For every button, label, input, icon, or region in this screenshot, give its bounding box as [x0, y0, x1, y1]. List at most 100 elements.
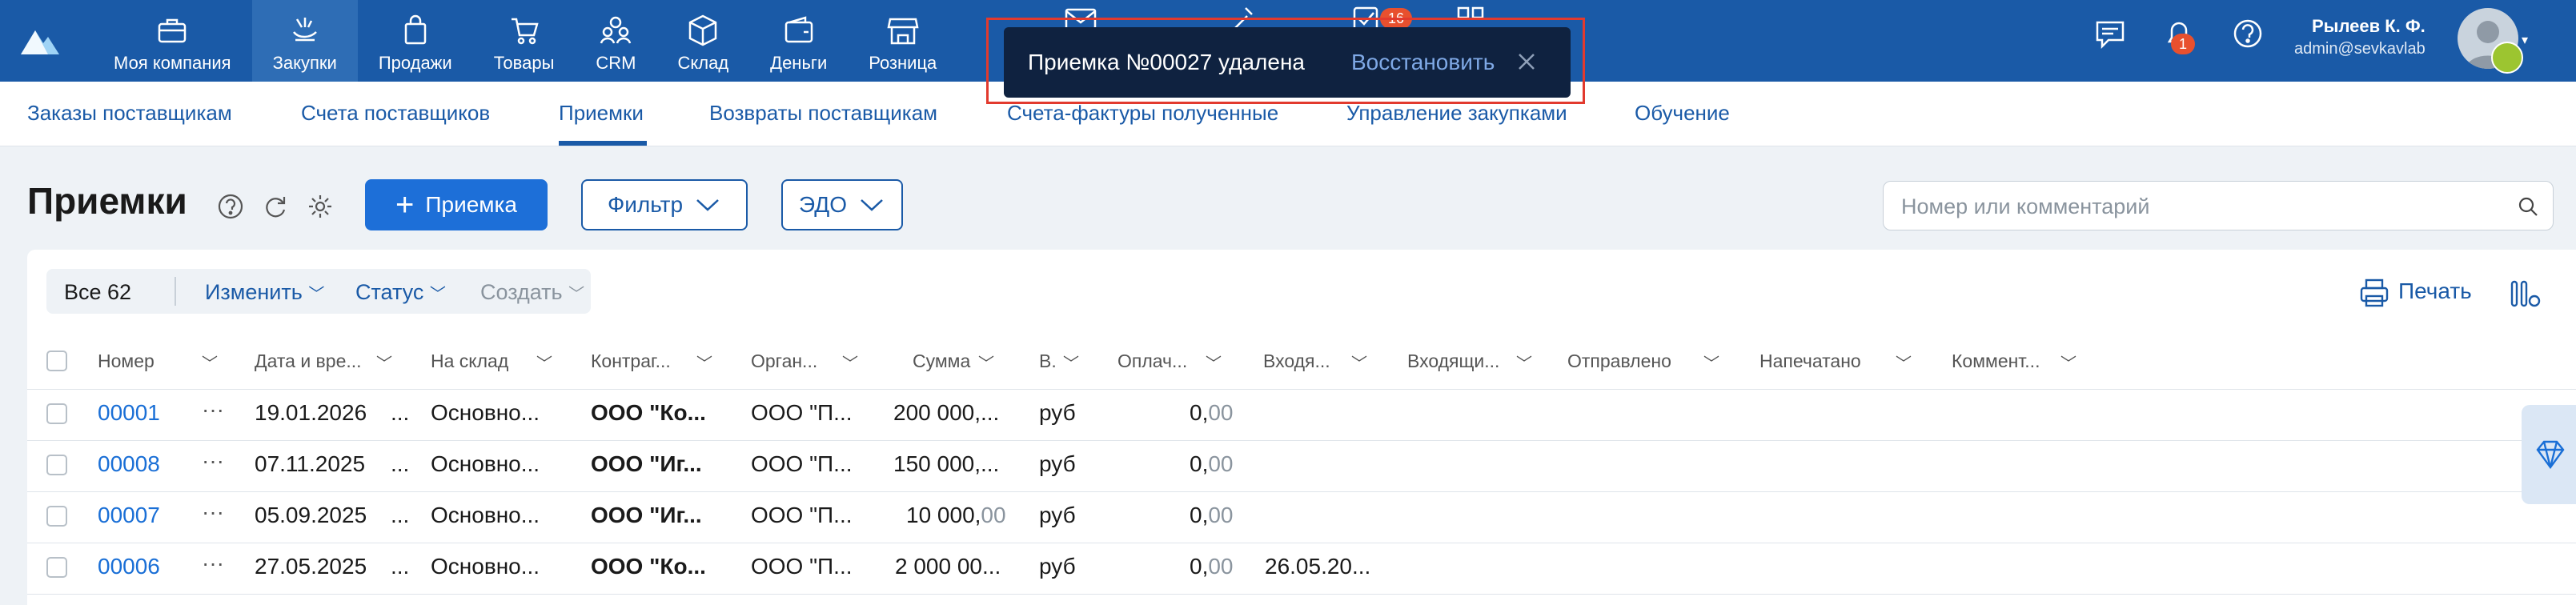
row-number[interactable]: 00001: [98, 400, 160, 426]
page-title: Приемки: [27, 180, 187, 222]
create-dropdown[interactable]: Создать ﹀: [480, 280, 584, 305]
nav-label: Товары: [493, 53, 555, 73]
column-header-warehouse[interactable]: На склад: [431, 351, 508, 372]
help-icon[interactable]: [2230, 16, 2265, 51]
refresh-icon[interactable]: [261, 192, 290, 221]
column-header-incoming-number[interactable]: Входящи...: [1407, 351, 1499, 372]
row-sum: 150 000,...: [893, 451, 999, 477]
row-currency: руб: [1039, 554, 1076, 579]
status-dropdown[interactable]: Статус ﹀: [355, 280, 446, 305]
column-header-sent[interactable]: Отправлено: [1567, 351, 1671, 372]
active-tab-underline: [559, 141, 647, 146]
column-header-number[interactable]: Номер: [98, 351, 154, 372]
nav-item-goods[interactable]: Товары: [473, 0, 576, 82]
sort-chevron-icon[interactable]: ﹀: [1896, 351, 1912, 374]
nav-item-warehouse[interactable]: Склад: [657, 0, 750, 82]
user-name[interactable]: Рылеев К. Ф.: [2312, 16, 2426, 37]
row-menu-icon[interactable]: ···: [202, 551, 224, 576]
nav-item-my-company[interactable]: Моя компания: [93, 0, 252, 82]
sort-chevron-icon[interactable]: ﹀: [1206, 351, 1222, 374]
nav-item-sales[interactable]: Продажи: [358, 0, 473, 82]
diamond-icon: [2536, 440, 2565, 470]
column-header-comment[interactable]: Коммент...: [1952, 351, 2040, 372]
row-number[interactable]: 00008: [98, 451, 160, 477]
column-header-organization[interactable]: Орган...: [751, 351, 817, 372]
row-number[interactable]: 00007: [98, 503, 160, 528]
row-sum-main: 10 000,: [906, 503, 981, 527]
nav-label: Закупки: [272, 53, 337, 73]
nav-label: Моя компания: [114, 53, 231, 73]
filter-button[interactable]: Фильтр: [581, 179, 748, 230]
row-date: 19.01.2026: [255, 400, 367, 425]
sort-chevron-icon[interactable]: ﹀: [1351, 351, 1367, 374]
user-menu-chevron-icon[interactable]: ▾: [2522, 32, 2528, 48]
row-checkbox[interactable]: [46, 557, 67, 578]
row-number[interactable]: 00006: [98, 554, 160, 579]
toolbar-divider: [175, 277, 176, 306]
subnav-received-invoices[interactable]: Счета-фактуры полученные: [1007, 101, 1278, 126]
nav-item-purchases[interactable]: Закупки: [251, 0, 358, 82]
row-incoming-date: 26.05.20...: [1265, 554, 1371, 579]
store-icon: [887, 18, 919, 45]
row-sum: 2 000 00...: [895, 554, 1001, 579]
column-header-currency[interactable]: В.: [1039, 351, 1057, 372]
side-widget[interactable]: [2522, 405, 2576, 504]
edit-dropdown[interactable]: Изменить ﹀: [205, 280, 324, 305]
row-divider: [27, 594, 2576, 595]
settings-gear-icon[interactable]: [306, 192, 335, 221]
sort-chevron-icon[interactable]: ﹀: [376, 351, 392, 374]
sort-chevron-icon[interactable]: ﹀: [202, 351, 218, 374]
column-header-printed[interactable]: Напечатано: [1759, 351, 1861, 372]
edo-button[interactable]: ЭДО: [781, 179, 903, 230]
row-contractor: ООО "Ко...: [591, 400, 706, 425]
row-sum: 200 000,...: [893, 400, 999, 426]
row-paid: 0,00: [1190, 554, 1234, 579]
row-warehouse: Основно...: [431, 503, 540, 527]
shopping-bag-icon: [404, 14, 426, 45]
sort-chevron-icon[interactable]: ﹀: [536, 351, 552, 374]
search-icon[interactable]: [2518, 196, 2538, 217]
nav-item-crm[interactable]: CRM: [575, 0, 656, 82]
chat-icon[interactable]: [2092, 16, 2128, 51]
sort-chevron-icon[interactable]: ﹀: [842, 351, 858, 374]
row-warehouse: Основно...: [431, 554, 540, 579]
column-header-sum[interactable]: Сумма: [913, 351, 970, 372]
logo-icon[interactable]: [16, 18, 64, 66]
select-all-checkbox[interactable]: [46, 351, 67, 371]
nav-item-money[interactable]: Деньги: [749, 0, 848, 82]
column-header-paid[interactable]: Оплач...: [1117, 351, 1187, 372]
subnav-receipts[interactable]: Приемки: [559, 101, 644, 126]
nav-item-retail[interactable]: Розница: [848, 0, 957, 82]
column-settings-icon[interactable]: [2507, 277, 2542, 312]
row-date: 05.09.2025: [255, 503, 367, 527]
row-checkbox[interactable]: [46, 403, 67, 424]
row-menu-icon[interactable]: ···: [202, 499, 224, 525]
row-menu-icon[interactable]: ···: [202, 397, 224, 423]
subnav-supplier-orders[interactable]: Заказы поставщикам: [27, 101, 232, 126]
sort-chevron-icon[interactable]: ﹀: [1063, 351, 1079, 374]
nav-label: Деньги: [770, 53, 828, 73]
sort-chevron-icon[interactable]: ﹀: [1703, 351, 1719, 374]
row-menu-icon[interactable]: ···: [202, 448, 224, 474]
column-header-date[interactable]: Дата и вре...: [255, 351, 362, 372]
main-nav: Моя компания Закупки Продажи Товары CRM …: [93, 0, 957, 82]
help-circle-icon[interactable]: [216, 192, 245, 221]
sort-chevron-icon[interactable]: ﹀: [2060, 351, 2076, 374]
sort-chevron-icon[interactable]: ﹀: [978, 351, 994, 374]
edo-label: ЭДО: [799, 192, 847, 217]
user-email[interactable]: admin@sevkavlab: [2294, 40, 2426, 58]
add-receipt-button[interactable]: + Приемка: [365, 179, 548, 230]
subnav-supplier-invoices[interactable]: Счета поставщиков: [301, 101, 490, 126]
sort-chevron-icon[interactable]: ﹀: [1516, 351, 1532, 374]
subnav-training[interactable]: Обучение: [1635, 101, 1730, 126]
column-header-contractor[interactable]: Контраг...: [591, 351, 671, 372]
subnav-purchase-management[interactable]: Управление закупками: [1346, 101, 1567, 126]
sort-chevron-icon[interactable]: ﹀: [696, 351, 712, 374]
briefcase-icon: [158, 18, 187, 43]
subnav-supplier-returns[interactable]: Возвраты поставщикам: [709, 101, 937, 126]
search-input[interactable]: [1900, 191, 2495, 222]
row-checkbox[interactable]: [46, 506, 67, 527]
row-checkbox[interactable]: [46, 455, 67, 475]
all-count[interactable]: Все 62: [64, 280, 131, 305]
column-header-incoming-date[interactable]: Входя...: [1263, 351, 1330, 372]
